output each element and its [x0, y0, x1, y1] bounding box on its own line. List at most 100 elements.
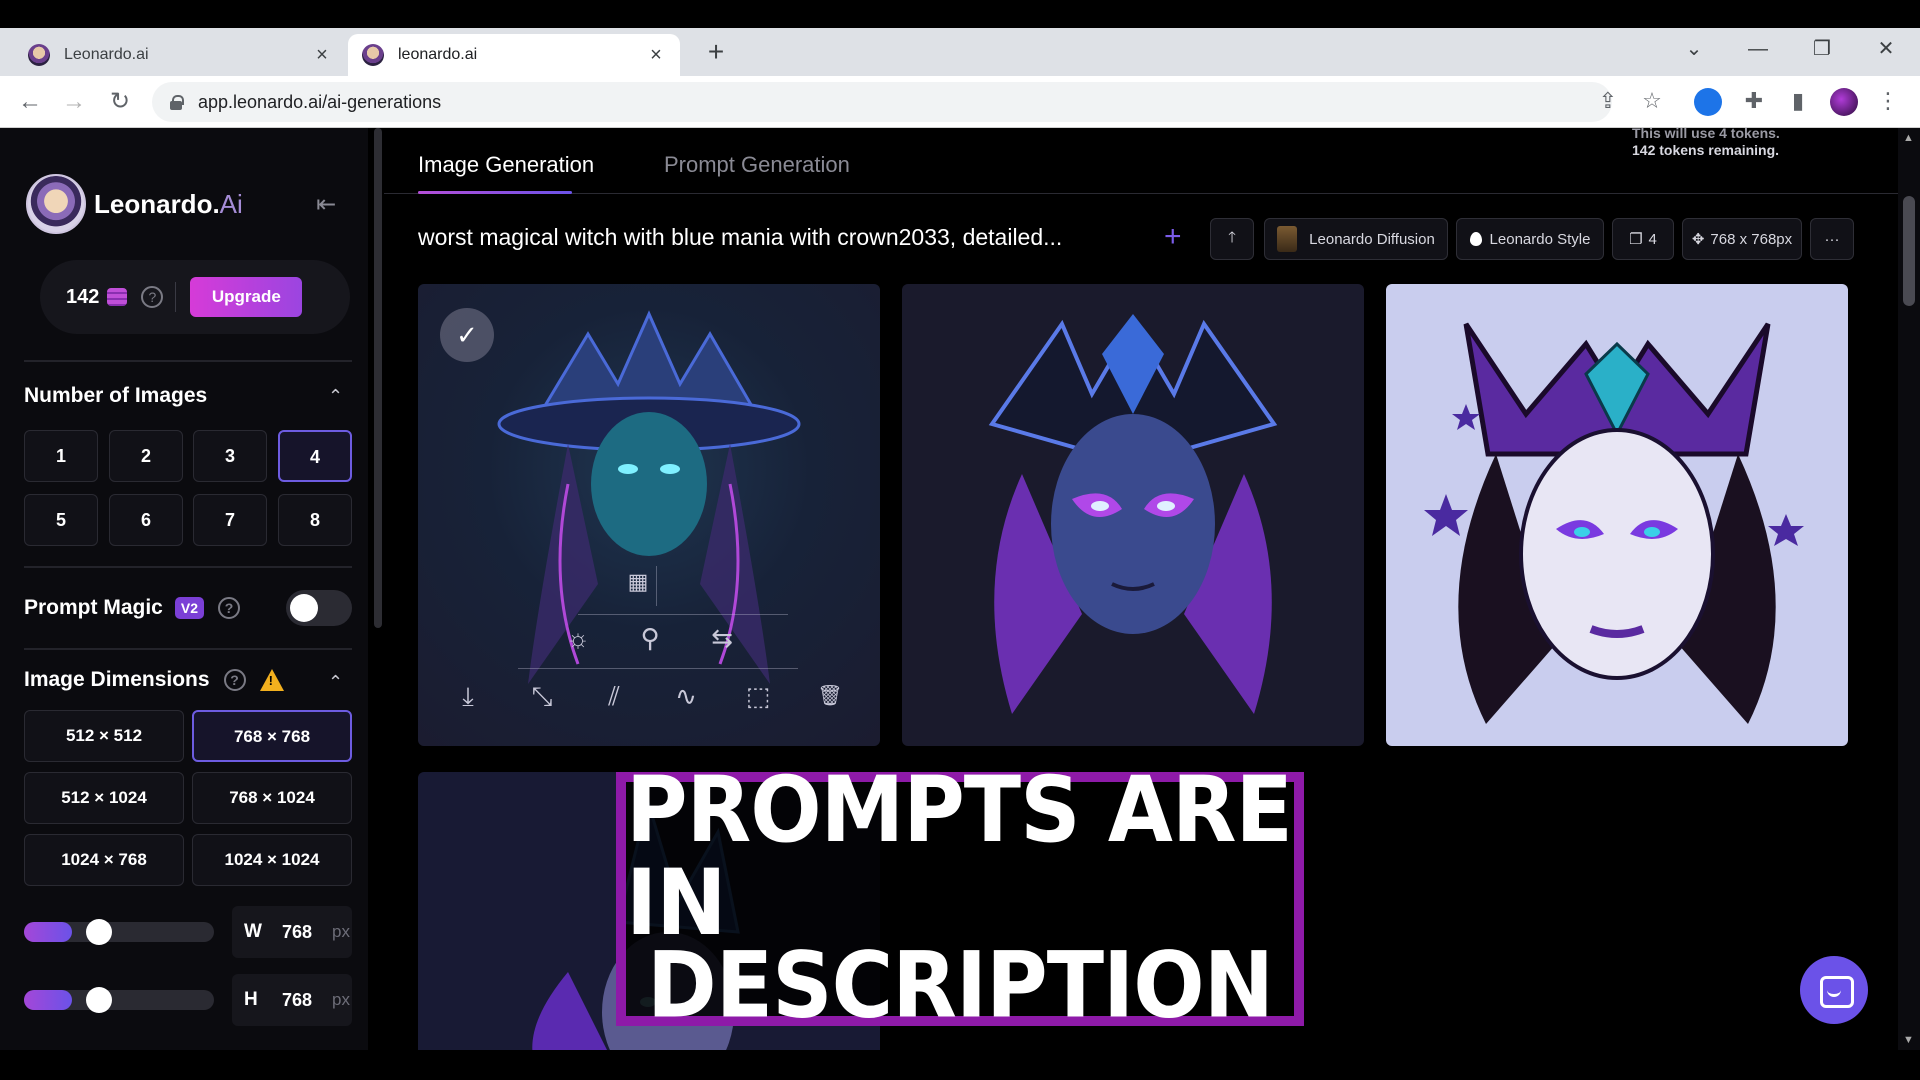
restore-icon[interactable]: ❐: [1802, 34, 1842, 64]
collapse-sidebar-icon[interactable]: ⇤: [316, 190, 336, 219]
divider: [24, 360, 352, 362]
branch-icon[interactable]: ⚲: [622, 610, 678, 666]
add-icon[interactable]: +: [1164, 220, 1182, 254]
browser-menu-icon[interactable]: ⋮: [1872, 85, 1904, 117]
height-value[interactable]: 768: [282, 990, 322, 1011]
image-count-pill[interactable]: ❐ 4: [1612, 218, 1674, 260]
minimize-icon[interactable]: —: [1738, 34, 1778, 64]
download-icon[interactable]: ⤓: [440, 668, 496, 724]
token-coins-icon: [107, 288, 128, 306]
tab-close-icon[interactable]: ×: [646, 44, 666, 67]
num-images-option-4[interactable]: 4: [278, 430, 352, 482]
num-images-option-1[interactable]: 1: [24, 430, 98, 482]
browser-tab-2[interactable]: leonardo.ai ×: [348, 34, 680, 76]
tab-close-icon[interactable]: ×: [312, 44, 332, 67]
width-slider[interactable]: [24, 919, 214, 945]
url-field[interactable]: app.leonardo.ai/ai-generations: [152, 82, 1612, 122]
share-icon[interactable]: ⇪: [1592, 85, 1624, 117]
width-field[interactable]: W 768 px: [232, 906, 352, 958]
width-value[interactable]: 768: [282, 922, 322, 943]
trash-icon[interactable]: 🗑: [802, 668, 858, 724]
upgrade-button[interactable]: Upgrade: [190, 277, 303, 317]
dimension-option-1024x768[interactable]: 1024 × 768: [24, 834, 184, 886]
prompt-text[interactable]: worst magical witch with blue mania with…: [418, 224, 1062, 251]
remove-bg-icon[interactable]: ⫽: [586, 668, 642, 724]
caption-line-2: DESCRIPTION: [646, 932, 1274, 1038]
scroll-down-icon[interactable]: ▼: [1903, 1034, 1914, 1046]
forward-icon[interactable]: →: [58, 86, 90, 118]
height-field[interactable]: H 768 px: [232, 974, 352, 1026]
active-tab-indicator: [418, 191, 572, 194]
upload-button[interactable]: 🡑: [1210, 218, 1254, 260]
brand-name: Leonardo.Ai: [94, 188, 243, 219]
image-size: 768 x 768px: [1710, 230, 1793, 248]
style-selector[interactable]: Leonardo Style: [1456, 218, 1604, 260]
extensions-puzzle-icon[interactable]: ✚: [1738, 85, 1770, 117]
help-icon[interactable]: ?: [141, 286, 164, 308]
width-slider-fill: [24, 922, 72, 942]
settings-sidebar: Leonardo.Ai ⇤ 142 ? Upgrade Number of Im…: [0, 128, 368, 1050]
reload-icon[interactable]: ↻: [104, 86, 136, 118]
model-selector[interactable]: Leonardo Diffusion: [1264, 218, 1448, 260]
browser-tab-1[interactable]: Leonardo.ai ×: [14, 34, 346, 76]
scroll-thumb[interactable]: [1903, 196, 1915, 306]
num-images-option-2[interactable]: 2: [109, 430, 183, 482]
divider: [578, 614, 788, 615]
warning-icon: !: [259, 669, 284, 691]
token-usage-note: This will use 4 tokens. 142 tokens remai…: [1632, 128, 1780, 158]
help-icon[interactable]: ?: [223, 669, 246, 691]
select-check-icon[interactable]: ✓: [440, 308, 494, 362]
height-slider-handle[interactable]: [86, 987, 112, 1013]
brand-logo[interactable]: Leonardo.Ai: [26, 174, 243, 234]
swap-icon[interactable]: ⇆: [694, 610, 750, 666]
width-unit: px: [332, 922, 350, 941]
generated-image-2[interactable]: [902, 284, 1364, 746]
dimension-option-512x512[interactable]: 512 × 512: [24, 710, 184, 762]
extension-play-icon[interactable]: [1694, 88, 1722, 116]
chevron-up-icon[interactable]: ⌃: [328, 672, 343, 693]
chat-support-button[interactable]: [1800, 956, 1868, 1024]
tab-prompt-generation[interactable]: Prompt Generation: [664, 152, 850, 178]
tab-search-icon[interactable]: ⌄: [1674, 34, 1714, 64]
sidebar-scrollbar[interactable]: [374, 128, 382, 628]
help-icon[interactable]: ?: [217, 597, 240, 619]
variation-icon[interactable]: ∿: [658, 668, 714, 724]
crop-icon[interactable]: ⬚: [730, 668, 786, 724]
dimension-option-768x1024[interactable]: 768 × 1024: [192, 772, 352, 824]
dimension-option-1024x1024[interactable]: 1024 × 1024: [192, 834, 352, 886]
scroll-up-icon[interactable]: ▲: [1903, 132, 1914, 144]
generated-image-3[interactable]: [1386, 284, 1848, 746]
height-unit: px: [332, 990, 350, 1009]
width-slider-handle[interactable]: [86, 919, 112, 945]
height-slider[interactable]: [24, 987, 214, 1013]
divider: [24, 648, 352, 650]
profile-avatar[interactable]: [1830, 88, 1858, 116]
new-tab-button[interactable]: +: [700, 36, 732, 68]
num-images-option-5[interactable]: 5: [24, 494, 98, 546]
num-images-option-7[interactable]: 7: [193, 494, 267, 546]
num-images-option-8[interactable]: 8: [278, 494, 352, 546]
page-scrollbar[interactable]: ▲ ▼: [1898, 128, 1920, 1050]
tab-image-generation[interactable]: Image Generation: [418, 152, 594, 178]
expand-icon[interactable]: ⤡: [514, 668, 570, 724]
bookmark-star-icon[interactable]: ☆: [1636, 85, 1668, 117]
dimension-option-768x768[interactable]: 768 × 768: [192, 710, 352, 762]
height-slider-fill: [24, 990, 72, 1010]
images-icon: ❐: [1629, 231, 1643, 248]
sun-icon[interactable]: ☼: [550, 610, 606, 666]
side-panel-icon[interactable]: ▮: [1782, 85, 1814, 117]
num-images-option-3[interactable]: 3: [193, 430, 267, 482]
size-pill[interactable]: ✥ 768 x 768px: [1682, 218, 1802, 260]
back-icon[interactable]: ←: [14, 86, 46, 118]
window-close-icon[interactable]: ✕: [1866, 34, 1906, 64]
more-options-button[interactable]: ···: [1810, 218, 1854, 260]
prompt-magic-row: Prompt Magic V2 ?: [24, 596, 240, 620]
generated-image-1[interactable]: ✓ ▦ ☼ ⚲ ⇆ ⤓ ⤡ ⫽ ∿ ⬚ 🗑: [418, 284, 880, 746]
leonardo-favicon-icon: [362, 44, 384, 66]
qr-icon[interactable]: ▦: [610, 554, 666, 610]
dimension-option-512x1024[interactable]: 512 × 1024: [24, 772, 184, 824]
num-images-option-6[interactable]: 6: [109, 494, 183, 546]
chevron-up-icon[interactable]: ⌃: [328, 386, 343, 407]
divider: [175, 282, 177, 312]
prompt-magic-toggle[interactable]: [286, 590, 352, 626]
